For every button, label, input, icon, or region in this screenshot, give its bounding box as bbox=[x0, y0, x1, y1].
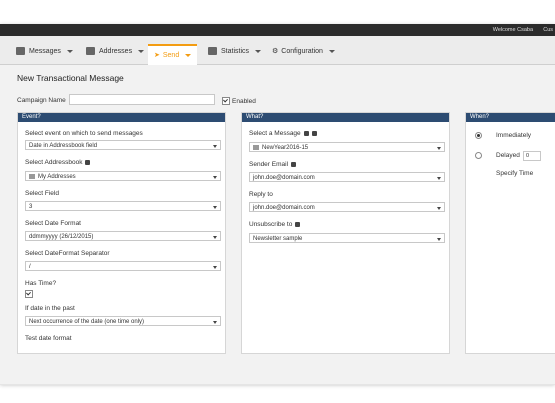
chevron-down-icon bbox=[213, 145, 217, 148]
test-date-format-link[interactable]: Test date format bbox=[25, 335, 72, 342]
chevron-down-icon bbox=[213, 176, 217, 179]
campaign-name-label: Campaign Name bbox=[17, 97, 66, 104]
divider bbox=[0, 384, 555, 385]
when-panel: When? Immediately Delayed 0 Specify Time bbox=[465, 112, 555, 354]
user-icon bbox=[291, 161, 297, 167]
reply-value: john.doe@domain.com bbox=[253, 205, 315, 211]
nav-send-label: Send bbox=[162, 52, 180, 59]
date-format-label: Select Date Format bbox=[25, 220, 81, 227]
has-time-label: Has Time? bbox=[25, 280, 57, 287]
event-panel-heading: Event? bbox=[18, 113, 225, 122]
addresses-icon bbox=[86, 47, 95, 56]
select-event-label: Select event on which to send messages bbox=[25, 130, 143, 137]
nav-statistics-label: Statistics bbox=[221, 48, 250, 55]
nav-messages-label: Messages bbox=[29, 48, 61, 55]
field-dropdown[interactable]: 3 bbox=[25, 201, 221, 211]
when-panel-heading: When? bbox=[466, 113, 555, 122]
page-title: New Transactional Message bbox=[17, 73, 124, 83]
chevron-down-icon bbox=[437, 147, 441, 150]
chevron-down-icon bbox=[328, 49, 335, 53]
main-nav: Messages Addresses ➤ Send Statistics ⚙ Con… bbox=[0, 36, 555, 66]
unsubscribe-dropdown[interactable]: Newsletter sample bbox=[249, 233, 445, 243]
immediately-radio[interactable] bbox=[475, 132, 482, 139]
past-dropdown[interactable]: Next occurrence of the date (one time on… bbox=[25, 316, 221, 326]
delayed-radio[interactable] bbox=[475, 152, 482, 159]
addressbook-dropdown[interactable]: My Addresses bbox=[25, 171, 221, 181]
chevron-down-icon bbox=[437, 177, 441, 180]
sender-dropdown[interactable]: john.doe@domain.com bbox=[249, 172, 445, 182]
addressbook-label-text: Select Addressbook bbox=[25, 159, 83, 166]
nav-addresses-label: Addresses bbox=[99, 48, 133, 55]
event-panel: Event? Select event on which to send mes… bbox=[17, 112, 226, 354]
separator-value: / bbox=[29, 264, 31, 270]
welcome-text: Welcome Csaba bbox=[492, 27, 533, 33]
delay-input[interactable]: 0 bbox=[523, 151, 541, 161]
reply-dropdown[interactable]: john.doe@domain.com bbox=[249, 202, 445, 212]
campaign-name-input[interactable] bbox=[69, 94, 215, 105]
nav-messages[interactable]: Messages bbox=[16, 42, 73, 62]
nav-configuration-label: Configuration bbox=[281, 48, 323, 55]
nav-send[interactable]: ➤ Send bbox=[148, 44, 198, 66]
paper-plane-icon: ➤ bbox=[154, 52, 160, 59]
date-format-dropdown[interactable]: ddmmyyyy (26/12/2015) bbox=[25, 231, 221, 241]
message-icon bbox=[303, 130, 309, 136]
messages-icon bbox=[16, 47, 25, 56]
chevron-down-icon bbox=[213, 236, 217, 239]
main-content: New Transactional Message Campaign Name … bbox=[0, 65, 555, 384]
what-panel-heading: What? bbox=[242, 113, 449, 122]
sender-value: john.doe@domain.com bbox=[253, 175, 315, 181]
chevron-down-icon bbox=[138, 49, 145, 53]
nav-statistics[interactable]: Statistics bbox=[208, 42, 262, 62]
field-label: Select Field bbox=[25, 190, 59, 197]
chevron-down-icon bbox=[437, 238, 441, 241]
chevron-down-icon bbox=[255, 49, 262, 53]
list-icon bbox=[295, 221, 301, 227]
unsubscribe-label: Unsubscribe to bbox=[249, 221, 301, 228]
what-panel: What? Select a Message NewYear2016-15 Se… bbox=[241, 112, 450, 354]
statistics-icon bbox=[208, 47, 217, 56]
message-label-text: Select a Message bbox=[249, 130, 301, 137]
immediately-label: Immediately bbox=[496, 132, 532, 139]
sender-label-text: Sender Email bbox=[249, 161, 289, 168]
separator-dropdown[interactable]: / bbox=[25, 261, 221, 271]
topbar-link[interactable]: Cus bbox=[543, 27, 553, 33]
select-event-value: Date in Addressbook field bbox=[29, 143, 98, 149]
message-swatch-icon bbox=[253, 144, 259, 150]
unsubscribe-value: Newsletter sample bbox=[253, 236, 303, 242]
enabled-label: Enabled bbox=[232, 98, 256, 105]
gear-icon: ⚙ bbox=[272, 48, 279, 55]
date-format-value: ddmmyyyy (26/12/2015) bbox=[29, 234, 94, 240]
addressbook-icon bbox=[85, 159, 91, 165]
nav-configuration[interactable]: ⚙ Configuration bbox=[272, 42, 335, 62]
chevron-down-icon bbox=[437, 207, 441, 210]
past-label: If date in the past bbox=[25, 305, 75, 312]
unsubscribe-label-text: Unsubscribe to bbox=[249, 221, 293, 228]
message-value: NewYear2016-15 bbox=[262, 145, 309, 151]
reply-label: Reply to bbox=[249, 191, 273, 198]
specify-time-label: Specify Time bbox=[496, 170, 534, 177]
addressbook-swatch-icon bbox=[29, 173, 35, 179]
chevron-down-icon bbox=[213, 321, 217, 324]
addressbook-value: My Addresses bbox=[38, 174, 76, 180]
message-label: Select a Message bbox=[249, 130, 317, 137]
field-value: 3 bbox=[29, 204, 33, 210]
message-dropdown[interactable]: NewYear2016-15 bbox=[249, 142, 445, 152]
chevron-down-icon bbox=[213, 266, 217, 269]
chevron-down-icon bbox=[185, 53, 192, 57]
sender-label: Sender Email bbox=[249, 161, 297, 168]
separator-label: Select DateFormat Separator bbox=[25, 250, 110, 257]
nav-addresses[interactable]: Addresses bbox=[86, 42, 145, 62]
select-event-dropdown[interactable]: Date in Addressbook field bbox=[25, 140, 221, 150]
chevron-down-icon bbox=[213, 206, 217, 209]
past-value: Next occurrence of the date (one time on… bbox=[29, 319, 145, 325]
has-time-checkbox[interactable] bbox=[25, 290, 33, 298]
chevron-down-icon bbox=[66, 49, 73, 53]
enabled-checkbox[interactable] bbox=[222, 97, 230, 105]
delayed-label: Delayed bbox=[496, 152, 520, 159]
top-bar: Welcome Csaba Cus bbox=[0, 24, 555, 36]
app-window: Welcome Csaba Cus Messages Addresses ➤ Se… bbox=[0, 24, 555, 384]
addressbook-label: Select Addressbook bbox=[25, 159, 91, 166]
edit-icon[interactable] bbox=[311, 130, 317, 136]
